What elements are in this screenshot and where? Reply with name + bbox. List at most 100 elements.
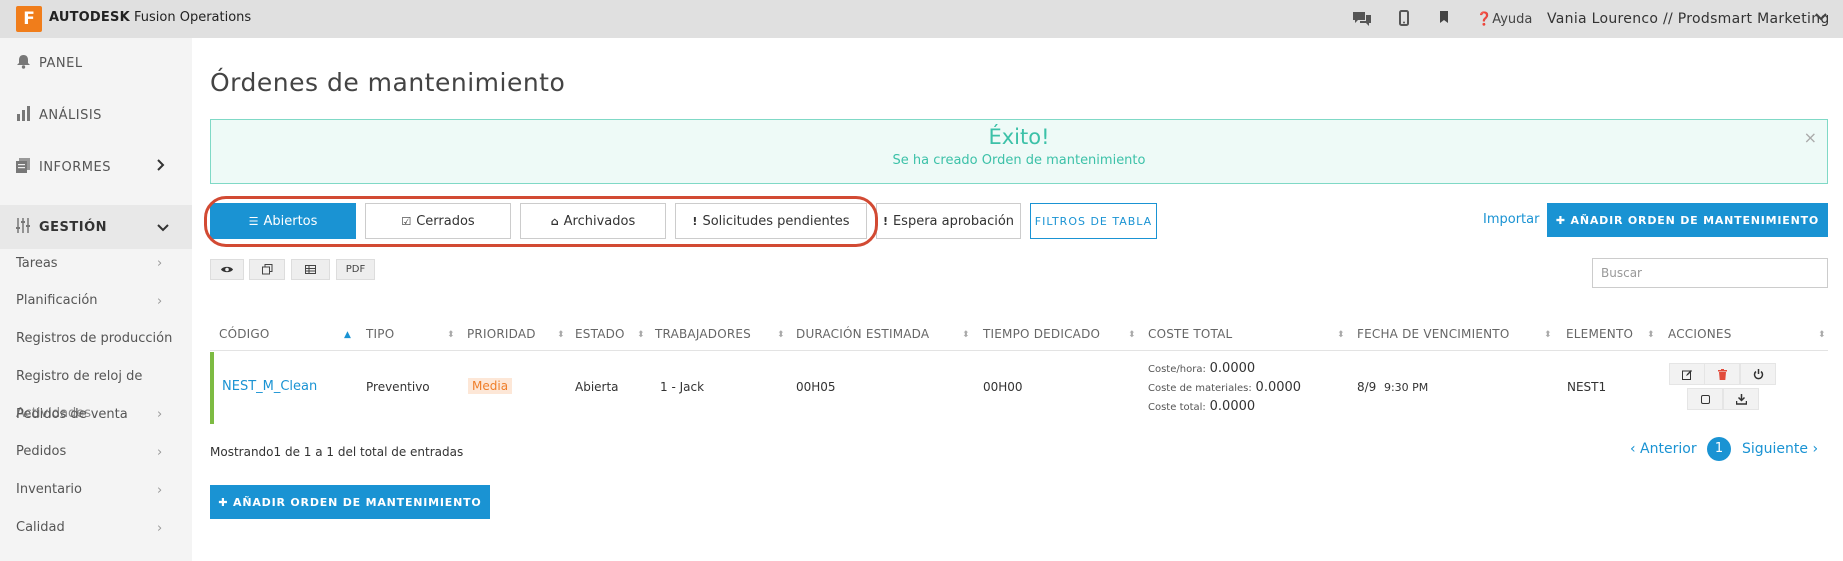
sidebar-item-informes[interactable]: INFORMES [16, 157, 111, 177]
col-header-elemento[interactable]: ELEMENTO [1566, 327, 1633, 341]
sidebar-sub-calidad[interactable]: Calidad [16, 520, 65, 535]
add-maintenance-order-button-bottom[interactable]: ✚ AÑADIR ORDEN DE MANTENIMIENTO [210, 485, 490, 519]
brand-product: Fusion Operations [134, 10, 252, 25]
help-link[interactable]: ❓Ayuda [1476, 12, 1532, 27]
sidebar-item-label: PANEL [39, 55, 83, 71]
tab-label: Abiertos [263, 213, 318, 229]
import-link[interactable]: Importar [1483, 212, 1539, 227]
sidebar: PANEL ANÁLISIS INFORMES GESTIÓN Tareas ›… [0, 38, 192, 561]
sidebar-item-analisis[interactable]: ANÁLISIS [16, 105, 102, 125]
search-input[interactable] [1592, 258, 1828, 288]
cost-label: Coste/hora: [1148, 364, 1206, 375]
pagination-prev[interactable]: ‹ Anterior [1630, 441, 1697, 457]
sidebar-item-label: GESTIÓN [39, 219, 108, 235]
priority-badge: Media [468, 378, 513, 394]
cost-per-hour: Coste/hora: 0.0000 [1148, 361, 1255, 376]
row-tipo: Preventivo [366, 380, 430, 394]
row-status-accent [210, 352, 214, 424]
table-icon[interactable] [291, 259, 330, 280]
sort-asc-icon[interactable]: ▲ [344, 330, 351, 340]
chat-icon[interactable] [1352, 10, 1372, 28]
sort-icon[interactable]: ⬍ [962, 330, 970, 340]
sort-icon[interactable]: ⬍ [557, 330, 565, 340]
help-label: Ayuda [1492, 12, 1533, 27]
sidebar-sub-inventario[interactable]: Inventario [16, 482, 82, 497]
chevron-right-icon: › [157, 256, 163, 271]
exclamation-icon: ! [882, 214, 888, 228]
mobile-icon[interactable] [1394, 10, 1414, 28]
col-header-acciones: ACCIONES [1668, 327, 1732, 341]
sort-icon[interactable]: ⬍ [777, 330, 785, 340]
download-icon[interactable] [1723, 388, 1759, 410]
sidebar-item-gestion[interactable]: GESTIÓN [16, 217, 107, 237]
pagination-next[interactable]: Siguiente › [1742, 441, 1818, 457]
sort-icon[interactable]: ⬍ [1544, 330, 1552, 340]
row-codigo-link[interactable]: NEST_M_Clean [222, 379, 317, 394]
table-filters-button[interactable]: FILTROS DE TABLA [1030, 203, 1157, 239]
sidebar-sub-registros-produccion[interactable]: Registros de producción [16, 331, 172, 346]
chevron-right-icon: › [157, 445, 163, 460]
archive-box-icon[interactable] [1687, 388, 1723, 410]
cost-value: 0.0000 [1209, 399, 1256, 414]
sidebar-sub-registro-reloj[interactable]: Registro de reloj de [16, 369, 142, 384]
pdf-button[interactable]: PDF [336, 259, 375, 280]
sidebar-sub-pedidos[interactable]: Pedidos [16, 444, 66, 459]
chevron-right-icon: › [157, 521, 163, 536]
pagination-page-current[interactable]: 1 [1707, 437, 1731, 461]
sort-icon[interactable]: ⬍ [1128, 330, 1136, 340]
row-trabajadores: 1 - Jack [660, 380, 705, 394]
copy-icon[interactable] [249, 259, 285, 280]
sidebar-sub-planificacion[interactable]: Planificación [16, 293, 98, 308]
user-menu[interactable]: Vania Lourenco // Prodsmart Marketing [1547, 11, 1830, 27]
sidebar-item-panel[interactable]: PANEL [16, 53, 83, 73]
page-title: Órdenes de mantenimiento [210, 68, 566, 97]
top-bar: F AUTODESK Fusion Operations ❓Ayuda Vani… [0, 0, 1843, 38]
tab-espera-aprobacion[interactable]: ! Espera aprobación [876, 203, 1021, 239]
due-date: 8/9 [1357, 380, 1377, 394]
sort-icon[interactable]: ⬍ [1818, 330, 1826, 340]
cost-materials: Coste de materiales: 0.0000 [1148, 380, 1301, 395]
success-alert: Éxito! Se ha creado Orden de mantenimien… [210, 119, 1828, 184]
sort-icon[interactable]: ⬍ [1337, 330, 1345, 340]
row-elemento: NEST1 [1567, 380, 1607, 394]
col-header-tipo[interactable]: TIPO [366, 327, 394, 341]
row-estado: Abierta [575, 380, 619, 394]
sort-icon[interactable]: ⬍ [1647, 330, 1655, 340]
col-header-prioridad[interactable]: PRIORIDAD [467, 327, 536, 341]
col-header-estado[interactable]: ESTADO [575, 327, 625, 341]
alert-title: Éxito! [988, 125, 1050, 149]
tab-archivados[interactable]: ⌂ Archivados [520, 203, 666, 239]
power-icon[interactable] [1740, 363, 1776, 385]
chevron-right-icon: › [157, 294, 163, 309]
col-header-tiempo[interactable]: TIEMPO DEDICADO [983, 327, 1100, 341]
col-header-duracion[interactable]: DURACIÓN ESTIMADA [796, 327, 929, 341]
col-header-fecha[interactable]: FECHA DE VENCIMIENTO [1357, 327, 1509, 341]
sidebar-item-label: INFORMES [39, 159, 111, 175]
alert-message: Se ha creado Orden de mantenimiento [892, 153, 1146, 168]
chevron-right-icon [157, 159, 165, 175]
cost-label: Coste total: [1148, 402, 1206, 413]
tab-cerrados[interactable]: ☑ Cerrados [365, 203, 511, 239]
tab-abiertos[interactable]: ☰ Abiertos [210, 203, 356, 239]
chevron-down-icon[interactable] [1815, 11, 1827, 26]
chevron-down-icon [157, 221, 169, 236]
trash-icon[interactable] [1704, 363, 1740, 385]
sort-icon[interactable]: ⬍ [447, 330, 455, 340]
add-maintenance-order-button[interactable]: ✚ AÑADIR ORDEN DE MANTENIMIENTO [1547, 203, 1828, 237]
cost-label: Coste de materiales: [1148, 383, 1252, 394]
app-logo[interactable]: F [16, 6, 42, 32]
tab-label: Archivados [563, 213, 636, 229]
close-icon[interactable]: × [1804, 128, 1817, 147]
sidebar-sub-pedidos-venta[interactable]: Pedidos de venta [16, 407, 128, 422]
col-header-coste[interactable]: COSTE TOTAL [1148, 327, 1232, 341]
edit-icon[interactable] [1669, 363, 1705, 385]
cost-value: 0.0000 [1255, 380, 1302, 395]
tab-solicitudes-pendientes[interactable]: ! Solicitudes pendientes [675, 203, 867, 239]
eye-icon[interactable] [210, 259, 244, 280]
col-header-trabajadores[interactable]: TRABAJADORES [655, 327, 751, 341]
tab-label: Cerrados [416, 213, 475, 229]
sidebar-sub-tareas[interactable]: Tareas [16, 256, 58, 271]
sort-icon[interactable]: ⬍ [637, 330, 645, 340]
col-header-codigo[interactable]: CÓDIGO [219, 327, 270, 341]
bookmark-icon[interactable] [1434, 10, 1454, 28]
